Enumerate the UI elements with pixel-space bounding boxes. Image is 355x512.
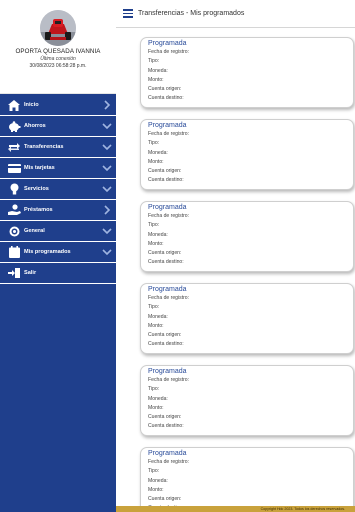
cuenta-destino-label: Cuenta destino: <box>148 177 184 184</box>
fecha-registro-label: Fecha de registro: <box>148 459 190 465</box>
chevron-down-icon <box>102 186 112 193</box>
tipo-label: Tipo: <box>148 304 160 311</box>
sidebar-item-label: Mis tarjetas <box>24 165 55 171</box>
moneda-label: Moneda: <box>148 477 168 484</box>
chevron-down-icon <box>102 165 112 172</box>
cuenta-origen-label: Cuenta origen: <box>148 86 182 93</box>
scheduled-card[interactable]: Programada Fecha de registro: Tipo: Mone… <box>140 447 354 512</box>
sidebar-item-mis-tarjetas[interactable]: Mis tarjetas <box>0 158 116 179</box>
monto-label: Monto: <box>148 240 164 247</box>
card-title: Programada <box>148 204 187 211</box>
tipo-label: Tipo: <box>148 468 160 475</box>
card-title: Programada <box>148 368 187 375</box>
sidebar-item-salir[interactable]: Salir <box>0 263 116 284</box>
tipo-label: Tipo: <box>148 140 160 147</box>
cuenta-origen-label: Cuenta origen: <box>148 414 182 421</box>
card-icon <box>7 161 21 175</box>
target-icon <box>7 224 21 238</box>
sidebar-item-prestamos[interactable]: Préstamos <box>0 200 116 221</box>
scheduled-card[interactable]: Programada Fecha de registro: Tipo: Mone… <box>140 119 354 190</box>
sidebar-item-label: Préstamos <box>24 207 53 213</box>
cuenta-destino-label: Cuenta destino: <box>148 423 184 430</box>
scheduled-card[interactable]: Programada Fecha de registro: Tipo: Mone… <box>140 201 354 272</box>
logout-icon <box>7 266 21 280</box>
fecha-registro-label: Fecha de registro: <box>148 49 190 55</box>
scheduled-card[interactable]: Programada Fecha de registro: Tipo: Mone… <box>140 37 354 108</box>
page-title: Transferencias - Mis programados <box>138 10 245 17</box>
loan-icon <box>7 203 21 217</box>
chevron-down-icon <box>102 249 112 256</box>
fecha-registro-label: Fecha de registro: <box>148 213 190 219</box>
home-icon <box>7 98 21 112</box>
chevron-right-icon <box>104 205 111 215</box>
menu-toggle-icon[interactable] <box>123 9 133 18</box>
chevron-down-icon <box>102 144 112 151</box>
card-title: Programada <box>148 450 187 457</box>
chevron-right-icon <box>104 100 111 110</box>
sidebar-item-label: Salir <box>24 270 37 276</box>
fecha-registro-label: Fecha de registro: <box>148 295 190 301</box>
copyright-text: Copyright Hdc 2023. Todos los derechos r… <box>260 507 345 511</box>
sidebar-item-label: Ahorros <box>24 123 46 129</box>
sidebar-item-label: Transferencias <box>24 144 64 150</box>
cuenta-origen-label: Cuenta origen: <box>148 496 182 503</box>
last-connection-label: Última conexión <box>40 56 76 62</box>
piggy-bank-icon <box>7 119 21 133</box>
moneda-label: Moneda: <box>148 231 168 238</box>
moneda-label: Moneda: <box>148 395 168 402</box>
top-bar: Transferencias - Mis programados <box>116 0 355 28</box>
sidebar-item-ahorros[interactable]: Ahorros <box>0 116 116 137</box>
moneda-label: Moneda: <box>148 67 168 74</box>
moneda-label: Moneda: <box>148 313 168 320</box>
sidebar-item-label: Inicio <box>24 102 39 108</box>
tipo-label: Tipo: <box>148 58 160 65</box>
sidebar-item-label: General <box>24 228 45 234</box>
monto-label: Monto: <box>148 404 164 411</box>
card-title: Programada <box>148 40 187 47</box>
scheduled-card[interactable]: Programada Fecha de registro: Tipo: Mone… <box>140 283 354 354</box>
cuenta-origen-label: Cuenta origen: <box>148 332 182 339</box>
sidebar-item-transferencias[interactable]: Transferencias <box>0 137 116 158</box>
cuenta-destino-label: Cuenta destino: <box>148 95 184 102</box>
transfer-icon <box>7 140 21 154</box>
sidebar-menu: Inicio Ahorros Transferencias Mis tarjet… <box>0 94 116 512</box>
cuenta-origen-label: Cuenta origen: <box>148 168 182 175</box>
tipo-label: Tipo: <box>148 386 160 393</box>
card-title: Programada <box>148 122 187 129</box>
monto-label: Monto: <box>148 322 164 329</box>
monto-label: Monto: <box>148 486 164 493</box>
cuenta-origen-label: Cuenta origen: <box>148 250 182 257</box>
chevron-down-icon <box>102 228 112 235</box>
card-title: Programada <box>148 286 187 293</box>
monto-label: Monto: <box>148 158 164 165</box>
avatar <box>40 10 76 46</box>
tipo-label: Tipo: <box>148 222 160 229</box>
sidebar-item-inicio[interactable]: Inicio <box>0 95 116 116</box>
cuenta-destino-label: Cuenta destino: <box>148 341 184 348</box>
sidebar-item-general[interactable]: General <box>0 221 116 242</box>
sidebar-item-label: Mis programados <box>24 249 71 255</box>
user-name: OPORTA QUESADA IVANNIA <box>15 48 101 55</box>
sidebar-item-mis-programados[interactable]: Mis programados <box>0 242 116 263</box>
monto-label: Monto: <box>148 76 164 83</box>
cuenta-destino-label: Cuenta destino: <box>148 259 184 266</box>
scheduled-card[interactable]: Programada Fecha de registro: Tipo: Mone… <box>140 365 354 436</box>
sidebar: OPORTA QUESADA IVANNIA Última conexión 3… <box>0 0 116 512</box>
fecha-registro-label: Fecha de registro: <box>148 377 190 383</box>
sidebar-item-label: Servicios <box>24 186 49 192</box>
scheduled-list: Programada Fecha de registro: Tipo: Mone… <box>116 28 355 512</box>
moneda-label: Moneda: <box>148 149 168 156</box>
profile-panel: OPORTA QUESADA IVANNIA Última conexión 3… <box>0 10 116 94</box>
fecha-registro-label: Fecha de registro: <box>148 131 190 137</box>
footer: Copyright Hdc 2023. Todos los derechos r… <box>116 506 355 512</box>
main-content: Transferencias - Mis programados Program… <box>116 0 355 512</box>
lightbulb-icon <box>7 182 21 196</box>
chevron-down-icon <box>102 123 112 130</box>
sidebar-item-servicios[interactable]: Servicios <box>0 179 116 200</box>
last-connection-date: 30/08/2023 06:58:28 p.m. <box>29 63 87 69</box>
calendar-icon <box>7 245 21 259</box>
